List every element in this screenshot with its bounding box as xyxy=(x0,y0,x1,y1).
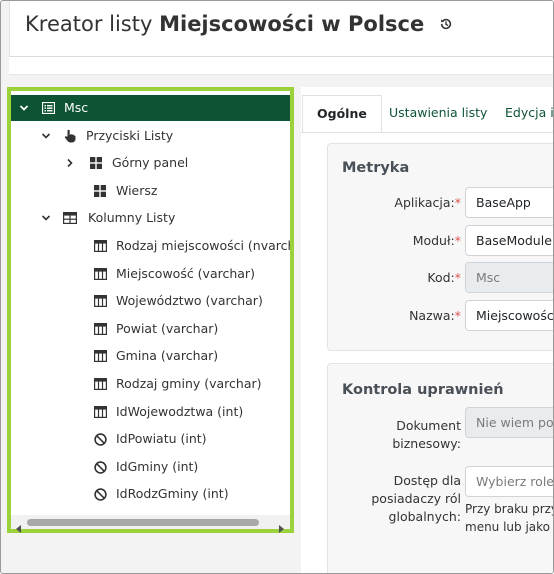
tree-item-wiersz[interactable]: Wiersz xyxy=(11,178,290,204)
required-marker: * xyxy=(454,270,461,285)
tree-item-label: Miejscowość (varchar) xyxy=(116,266,255,281)
scroll-right-icon[interactable] xyxy=(277,518,285,537)
dostep-label-line: posiadaczy ról xyxy=(371,491,461,506)
chevron-down-icon[interactable] xyxy=(17,95,31,121)
page-title-prefix: Kreator listy xyxy=(25,12,153,36)
role-select[interactable]: Wybierz role xyxy=(465,466,553,497)
dokument-label-line: biznesowy: xyxy=(392,436,461,451)
tree-item-label: Kolumny Listy xyxy=(88,210,176,225)
tree-item-column[interactable]: Województwo (varchar) xyxy=(11,288,290,314)
table-icon xyxy=(63,205,77,231)
metryka-title: Metryka xyxy=(342,160,410,176)
tree-item-label: IdWojewodztwa (int) xyxy=(116,404,244,419)
required-marker: * xyxy=(454,195,461,210)
hand-pointer-icon xyxy=(63,123,77,149)
list-icon xyxy=(41,95,55,121)
tree-item-column[interactable]: Miejscowość (varchar) xyxy=(11,261,290,287)
tree-item-label: Przyciski Listy xyxy=(86,128,174,143)
required-marker: * xyxy=(454,233,461,248)
horizontal-scrollbar[interactable] xyxy=(11,515,290,533)
tree-item-label: Rodzaj gminy (varchar) xyxy=(116,376,262,391)
aplikacja-select[interactable]: BaseApp xyxy=(465,187,553,218)
ban-icon xyxy=(93,454,107,480)
tree-item-label: Górny panel xyxy=(112,155,189,170)
tree-item-przyciski-listy[interactable]: Przyciski Listy xyxy=(11,123,290,149)
tree-item-column[interactable]: IdWojewodztwa (int) xyxy=(11,399,290,425)
nazwa-label-text: Nazwa: xyxy=(409,308,455,323)
page-title-name: Miejscowości w Polsce xyxy=(159,12,425,36)
chevron-down-icon[interactable] xyxy=(39,123,53,149)
aplikacja-label-text: Aplikacja: xyxy=(394,195,455,210)
tree-item-kolumny-listy[interactable]: Kolumny Listy xyxy=(11,205,290,231)
help-line: Przy braku przy xyxy=(465,502,554,516)
tabs-divider xyxy=(301,132,553,133)
page-title: Kreator listy Miejscowości w Polsce xyxy=(25,12,453,36)
tree-item-label: IdGminy (int) xyxy=(116,459,199,474)
tree-item-label: Województwo (varchar) xyxy=(116,293,263,308)
ban-icon xyxy=(93,481,107,507)
modul-select[interactable]: BaseModule xyxy=(465,225,553,256)
grid-icon xyxy=(89,150,103,176)
column-icon xyxy=(93,233,107,259)
tree-item-label: Wiersz xyxy=(116,183,158,198)
tree-item-column[interactable]: IdPowiatu (int) xyxy=(11,426,290,452)
column-icon xyxy=(93,343,107,369)
scrollbar-thumb[interactable] xyxy=(27,519,259,526)
tree-item-column[interactable]: IdGminy (int) xyxy=(11,454,290,480)
tree-item-label: IdPowiatu (int) xyxy=(116,431,207,446)
tree-item-label: IdRodzGminy (int) xyxy=(116,486,229,501)
chevron-down-icon[interactable] xyxy=(39,205,53,231)
kontrola-card: Kontrola uprawnień Dokument biznesowy: N… xyxy=(327,363,554,573)
tree-item-column[interactable]: Gmina (varchar) xyxy=(11,343,290,369)
column-icon xyxy=(93,371,107,397)
tree-item-column[interactable]: Rodzaj miejscowości (nvarchar) xyxy=(11,233,290,259)
tree-item-column[interactable]: IdRodzGminy (int) xyxy=(11,481,290,507)
dostep-label-line: Dostęp dla xyxy=(393,473,461,488)
page-header: Kreator listy Miejscowości w Polsce xyxy=(9,1,553,57)
nazwa-label: Nazwa:* xyxy=(409,308,461,323)
kod-input: Msc xyxy=(465,262,553,293)
help-line: menu lub jako xyxy=(465,520,551,534)
nazwa-input[interactable]: Miejscowości xyxy=(465,300,553,331)
tree-item-column[interactable]: Powiat (varchar) xyxy=(11,316,290,342)
list-tree-panel: Msc Przyciski Listy Górny panel Wiersz K… xyxy=(7,87,294,533)
modul-label: Moduł:* xyxy=(413,233,461,248)
tab-edycja[interactable]: Edycja i xyxy=(491,95,553,133)
dokument-biznesowy-select[interactable]: Nie wiem po xyxy=(465,407,553,438)
column-icon xyxy=(93,288,107,314)
properties-panel: Ogólne Ustawienia listy Edycja i Metryka… xyxy=(301,87,554,573)
column-icon xyxy=(93,261,107,287)
kod-label-text: Kod: xyxy=(427,270,455,285)
dostep-label: Dostęp dla posiadaczy ról globalnych: xyxy=(371,472,461,526)
header-spacer xyxy=(9,57,553,75)
tree-item-column[interactable]: Rodzaj gminy (varchar) xyxy=(11,371,290,397)
column-icon xyxy=(93,399,107,425)
ban-icon xyxy=(93,426,107,452)
column-icon xyxy=(93,316,107,342)
dokument-biznesowy-label: Dokument biznesowy: xyxy=(392,417,461,453)
tree-item-label: Rodzaj miejscowości (nvarchar) xyxy=(116,238,290,253)
kontrola-title: Kontrola uprawnień xyxy=(342,382,504,398)
role-help-text: Przy braku przy menu lub jako xyxy=(465,500,554,536)
tree-item-label: Powiat (varchar) xyxy=(116,321,219,336)
kod-label: Kod:* xyxy=(427,270,461,285)
tree-item-label: Msc xyxy=(64,100,89,115)
metryka-card: Metryka Aplikacja:* BaseApp Moduł:* Base… xyxy=(327,143,553,351)
scroll-left-icon[interactable] xyxy=(15,518,23,537)
aplikacja-label: Aplikacja:* xyxy=(394,195,461,210)
tab-ustawienia-listy[interactable]: Ustawienia listy xyxy=(375,95,501,133)
tab-ogolne[interactable]: Ogólne xyxy=(302,95,382,133)
dostep-label-line: globalnych: xyxy=(388,509,461,524)
chevron-right-icon[interactable] xyxy=(63,150,77,176)
tree-item-msc[interactable]: Msc xyxy=(11,95,290,121)
required-marker: * xyxy=(454,308,461,323)
app-window: Kreator listy Miejscowości w Polsce Msc xyxy=(0,0,554,574)
modul-label-text: Moduł: xyxy=(412,233,455,248)
dokument-label-line: Dokument xyxy=(396,418,461,433)
grid-icon xyxy=(93,178,107,204)
tree-item-label: Gmina (varchar) xyxy=(116,348,219,363)
tree-item-gorny-panel[interactable]: Górny panel xyxy=(11,150,290,176)
history-icon[interactable] xyxy=(439,12,453,36)
